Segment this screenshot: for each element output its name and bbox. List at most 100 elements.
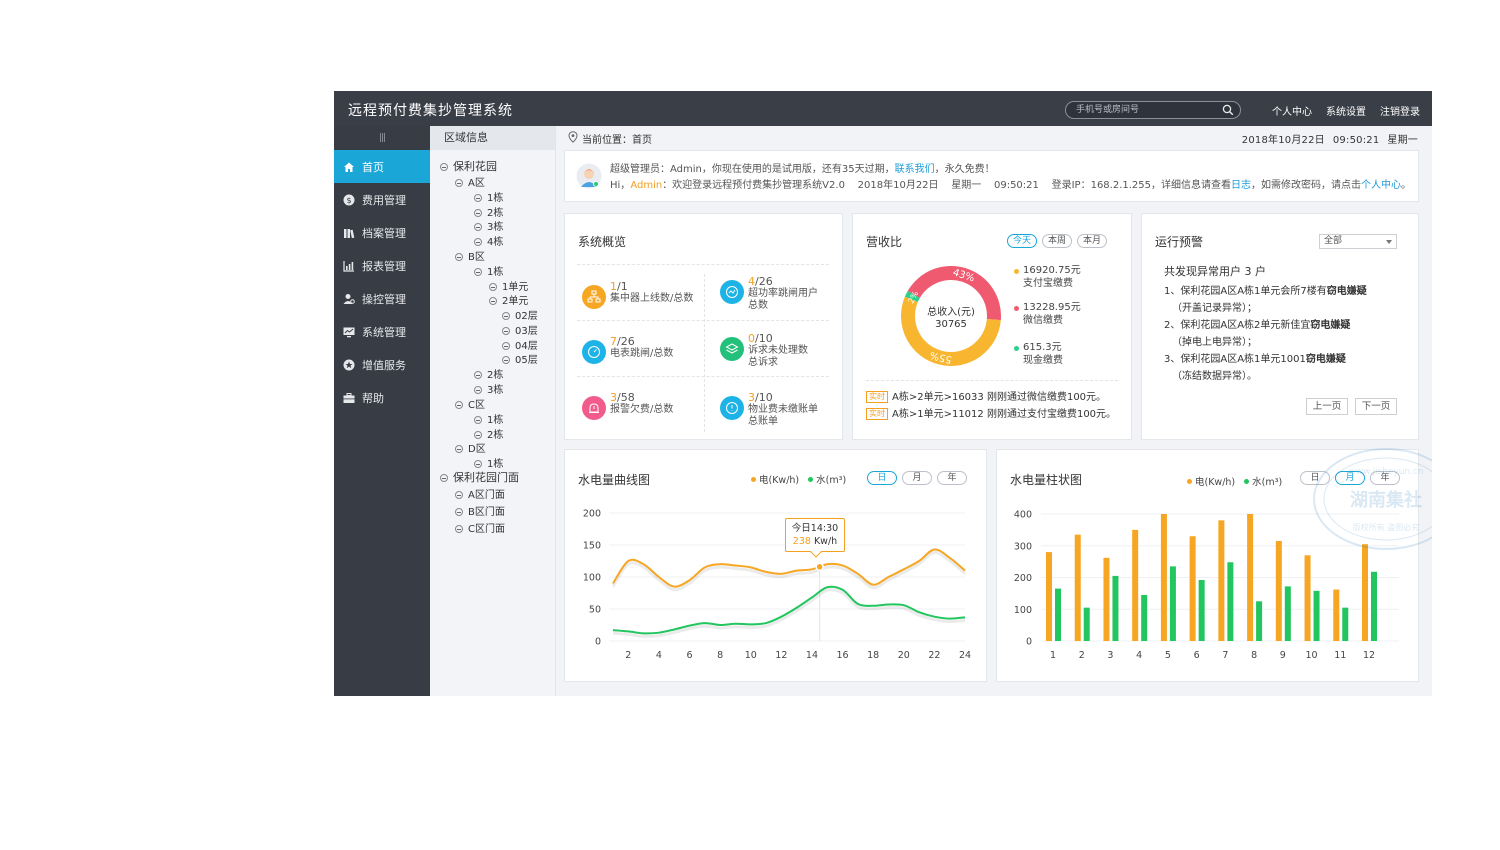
- search-input[interactable]: [1076, 103, 1216, 117]
- water-bar[interactable]: [1141, 594, 1148, 641]
- tree-node[interactable]: 03层: [502, 322, 538, 337]
- next-page-button[interactable]: 下一页: [1355, 398, 1397, 415]
- alarm-icon: [582, 396, 606, 420]
- tree-node[interactable]: 02层: [502, 307, 538, 322]
- electricity-bar[interactable]: [1132, 529, 1139, 641]
- tree-node[interactable]: 4栋: [474, 233, 503, 248]
- collapse-icon[interactable]: [455, 445, 463, 453]
- sidebar-item-control[interactable]: 操控管理: [334, 282, 430, 315]
- tree-node[interactable]: B区门面: [455, 503, 505, 518]
- water-bar[interactable]: [1284, 586, 1291, 641]
- tree-node[interactable]: 1栋: [474, 455, 503, 470]
- water-bar[interactable]: [1227, 562, 1234, 641]
- collapse-icon[interactable]: [455, 253, 463, 261]
- alert-item[interactable]: 2、保利花园A区A栋2单元新佳宜窃电嫌疑: [1164, 316, 1350, 331]
- collapse-icon[interactable]: [489, 297, 497, 305]
- electricity-bar[interactable]: [1103, 557, 1110, 641]
- system-settings-link[interactable]: 系统设置: [1326, 103, 1366, 118]
- sidebar-toggle[interactable]: |||: [334, 126, 430, 150]
- tree-node[interactable]: 2栋: [474, 204, 503, 219]
- sidebar-item-home[interactable]: 首页: [334, 150, 430, 183]
- tree-node[interactable]: 3栋: [474, 381, 503, 396]
- breadcrumb-current[interactable]: 首页: [632, 135, 652, 146]
- y-tick-label: 50: [589, 605, 601, 616]
- tree-node[interactable]: 1栋: [474, 263, 503, 278]
- tree-node[interactable]: 1栋: [474, 411, 503, 426]
- prev-page-button[interactable]: 上一页: [1306, 398, 1348, 415]
- tree-node[interactable]: 1单元: [489, 278, 528, 293]
- collapse-icon[interactable]: [455, 401, 463, 409]
- highlight-point[interactable]: [815, 562, 824, 572]
- tree-node[interactable]: A区: [455, 174, 485, 189]
- tab-today[interactable]: 今天: [1007, 234, 1037, 248]
- alert-item[interactable]: 3、保利花园A区A栋1单元1001窃电嫌疑: [1164, 350, 1346, 365]
- tree-node[interactable]: B区: [455, 248, 485, 263]
- x-tick-label: 2: [625, 650, 631, 661]
- water-bar[interactable]: [1169, 566, 1176, 641]
- tree-node[interactable]: 保利花园: [440, 158, 497, 174]
- water-bar[interactable]: [1342, 607, 1349, 641]
- personal-center-link[interactable]: 个人中心: [1272, 103, 1312, 118]
- tree-node[interactable]: 3栋: [474, 218, 503, 233]
- electricity-bar[interactable]: [1160, 514, 1167, 641]
- collapse-icon[interactable]: [474, 268, 482, 276]
- electricity-bar[interactable]: [1189, 536, 1196, 641]
- water-bar[interactable]: [1198, 580, 1205, 641]
- tab-this-month[interactable]: 本月: [1077, 234, 1107, 248]
- log-link[interactable]: 日志: [1231, 180, 1251, 191]
- tree-node[interactable]: 保利花园门面: [440, 469, 519, 485]
- sidebar-item-system[interactable]: 系统管理: [334, 315, 430, 348]
- electricity-bar[interactable]: [1304, 555, 1311, 641]
- overview-meter-trips[interactable]: 7/26 电表跳闸/总数: [582, 335, 712, 379]
- collapse-icon[interactable]: [440, 163, 448, 171]
- y-tick-label: 100: [1014, 605, 1032, 616]
- search-box[interactable]: [1065, 101, 1241, 119]
- water-bar[interactable]: [1256, 601, 1263, 641]
- tree-node[interactable]: 04层: [502, 337, 538, 352]
- sidebar-item-help[interactable]: 帮助: [334, 381, 430, 414]
- tree-node[interactable]: C区门面: [455, 520, 505, 535]
- line-chart-panel: 水电量曲线图 电(Kw/h) 水(m³) 日 月 年 0 50 100 150 200 2…: [564, 449, 987, 682]
- overview-complaints[interactable]: 0/10 诉求未处理数 总诉求: [720, 332, 850, 376]
- electricity-bar[interactable]: [1275, 540, 1282, 641]
- collapse-icon[interactable]: [440, 474, 448, 482]
- sidebar-item-reports[interactable]: 报表管理: [334, 249, 430, 282]
- contact-us-link[interactable]: 联系我们: [895, 164, 935, 175]
- electricity-bar[interactable]: [1362, 544, 1368, 641]
- collapse-icon[interactable]: [455, 179, 463, 187]
- sidebar-item-archives[interactable]: 档案管理: [334, 216, 430, 249]
- tree-node[interactable]: 05层: [502, 351, 538, 366]
- alert-item[interactable]: 1、保利花园A区A栋1单元会所7楼有窃电嫌疑: [1164, 282, 1367, 297]
- tree-node[interactable]: C区: [455, 396, 485, 411]
- avatar: [576, 163, 602, 189]
- water-bar[interactable]: [1083, 607, 1090, 641]
- water-bar[interactable]: [1112, 575, 1119, 641]
- water-bar[interactable]: [1313, 590, 1320, 641]
- overview-property-bills[interactable]: 3/10 物业费未缴账单 总账单: [720, 391, 850, 435]
- electricity-bar[interactable]: [1074, 534, 1081, 641]
- electricity-bar[interactable]: [1046, 552, 1052, 641]
- alert-filter-select[interactable]: 全部: [1319, 234, 1397, 249]
- tree-node[interactable]: D区: [455, 440, 486, 455]
- tree-node[interactable]: 1栋: [474, 189, 503, 204]
- tree-node[interactable]: 2单元: [489, 292, 528, 307]
- legend-wechat: 13228.95元 微信缴费: [1014, 301, 1081, 327]
- search-icon[interactable]: [1222, 104, 1234, 116]
- tab-this-week[interactable]: 本周: [1042, 234, 1072, 248]
- electricity-bar[interactable]: [1218, 520, 1225, 641]
- overview-concentrators[interactable]: 1/1 集中器上线数/总数: [582, 280, 712, 324]
- tree-node[interactable]: 2栋: [474, 366, 503, 381]
- tree-node[interactable]: A区门面: [455, 486, 505, 501]
- overview-overpower-trips[interactable]: 4/26 超功率跳闸用户 总数: [720, 275, 850, 319]
- electricity-bar[interactable]: [1247, 514, 1254, 641]
- gauge-icon: [720, 280, 744, 304]
- sidebar-item-value-added[interactable]: 增值服务: [334, 348, 430, 381]
- water-bar[interactable]: [1371, 571, 1377, 641]
- overview-arrears-alarm[interactable]: 3/58 报警欠费/总数: [582, 391, 712, 435]
- electricity-bar[interactable]: [1333, 589, 1340, 641]
- logout-link[interactable]: 注销登录: [1380, 103, 1420, 118]
- tree-node[interactable]: 2栋: [474, 426, 503, 441]
- personal-center-inline-link[interactable]: 个人中心: [1361, 180, 1401, 191]
- water-bar[interactable]: [1055, 588, 1061, 641]
- sidebar-item-fees[interactable]: $ 费用管理: [334, 183, 430, 216]
